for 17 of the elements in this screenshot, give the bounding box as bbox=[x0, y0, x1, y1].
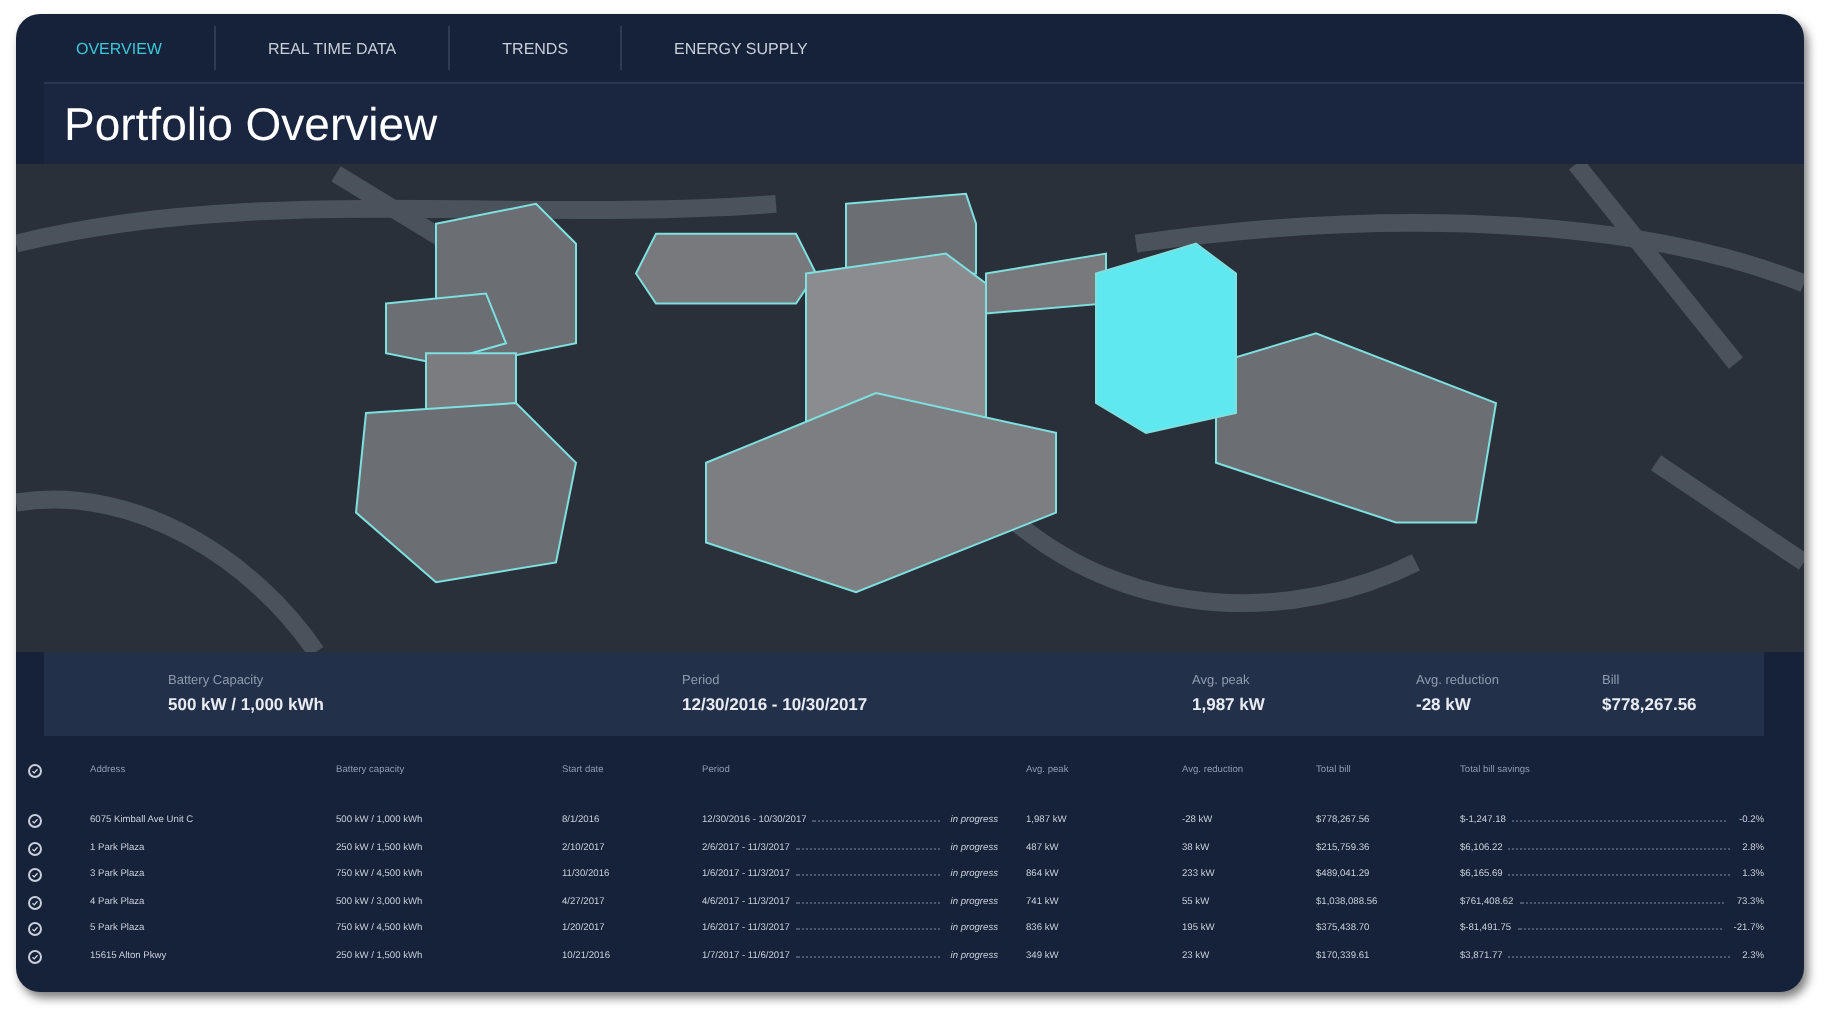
row-checkbox[interactable] bbox=[28, 949, 42, 964]
nav-tab[interactable]: ENERGY SUPPLY bbox=[622, 26, 860, 70]
nav-tab[interactable]: REAL TIME DATA bbox=[215, 26, 451, 70]
row-checkbox[interactable] bbox=[28, 922, 42, 937]
summary-value: 1,987 kW bbox=[1192, 694, 1267, 714]
nav-tab[interactable]: OVERVIEW bbox=[24, 26, 216, 70]
row-checkbox[interactable] bbox=[28, 895, 42, 910]
row-checkbox[interactable] bbox=[28, 814, 42, 829]
summary-value: -28 kW bbox=[1416, 694, 1473, 714]
summary-value: $778,267.56 bbox=[1602, 694, 1697, 714]
summary-value: 12/30/2016 - 10/30/2017 bbox=[682, 694, 870, 714]
select-all-checkbox[interactable] bbox=[28, 763, 42, 777]
page-title: Portfolio Overview bbox=[64, 97, 438, 151]
row-checkbox[interactable] bbox=[28, 841, 42, 856]
nav-tab[interactable]: TRENDS bbox=[450, 26, 623, 70]
row-checkbox[interactable] bbox=[28, 868, 42, 883]
summary-value: 500 kW / 1,000 kWh bbox=[168, 694, 326, 714]
